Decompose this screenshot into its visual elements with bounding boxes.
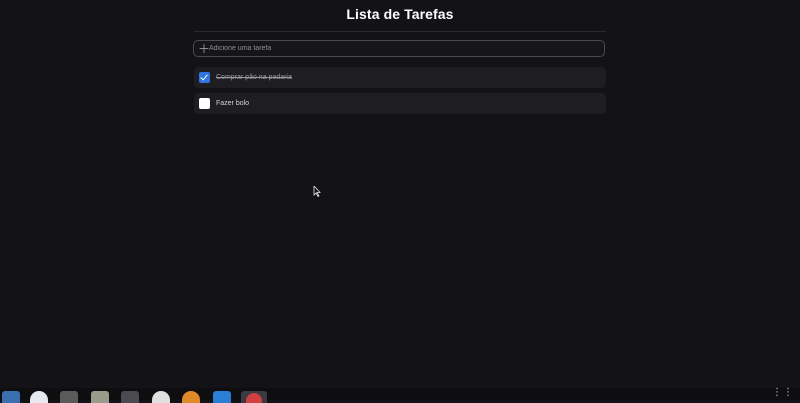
terminal-icon[interactable] [121,391,139,403]
task-item[interactable]: Comprar pão na padaria [194,67,606,88]
more-apps-icon[interactable]: ⋮⋮ [772,388,794,398]
active-app-highlight[interactable] [241,391,267,403]
file-manager-icon[interactable] [91,391,109,403]
task-checkbox-unchecked[interactable] [199,98,210,109]
sublime-text-icon[interactable] [60,391,78,403]
active-app-icon [246,393,262,403]
task-label: Comprar pão na padaria [216,74,292,81]
vscode-icon[interactable] [213,391,231,403]
add-task-input[interactable] [209,41,589,56]
firefox-icon[interactable] [182,391,200,403]
page-title: Lista de Tarefas [346,6,454,22]
mouse-cursor-icon [313,186,321,197]
add-task-field[interactable]: ＋ [193,40,605,57]
chrome-icon[interactable] [152,391,170,403]
browser-icon[interactable] [30,391,48,403]
task-label: Fazer bolo [216,100,250,107]
todo-app: Lista de Tarefas ＋ Comprar pão na padari… [0,0,800,388]
plus-icon: ＋ [198,42,211,56]
taskbar [0,388,800,403]
title-divider [194,31,606,32]
document-viewer-icon[interactable] [2,391,20,403]
task-checkbox-checked[interactable] [199,72,210,83]
task-item[interactable]: Fazer bolo [194,93,606,114]
